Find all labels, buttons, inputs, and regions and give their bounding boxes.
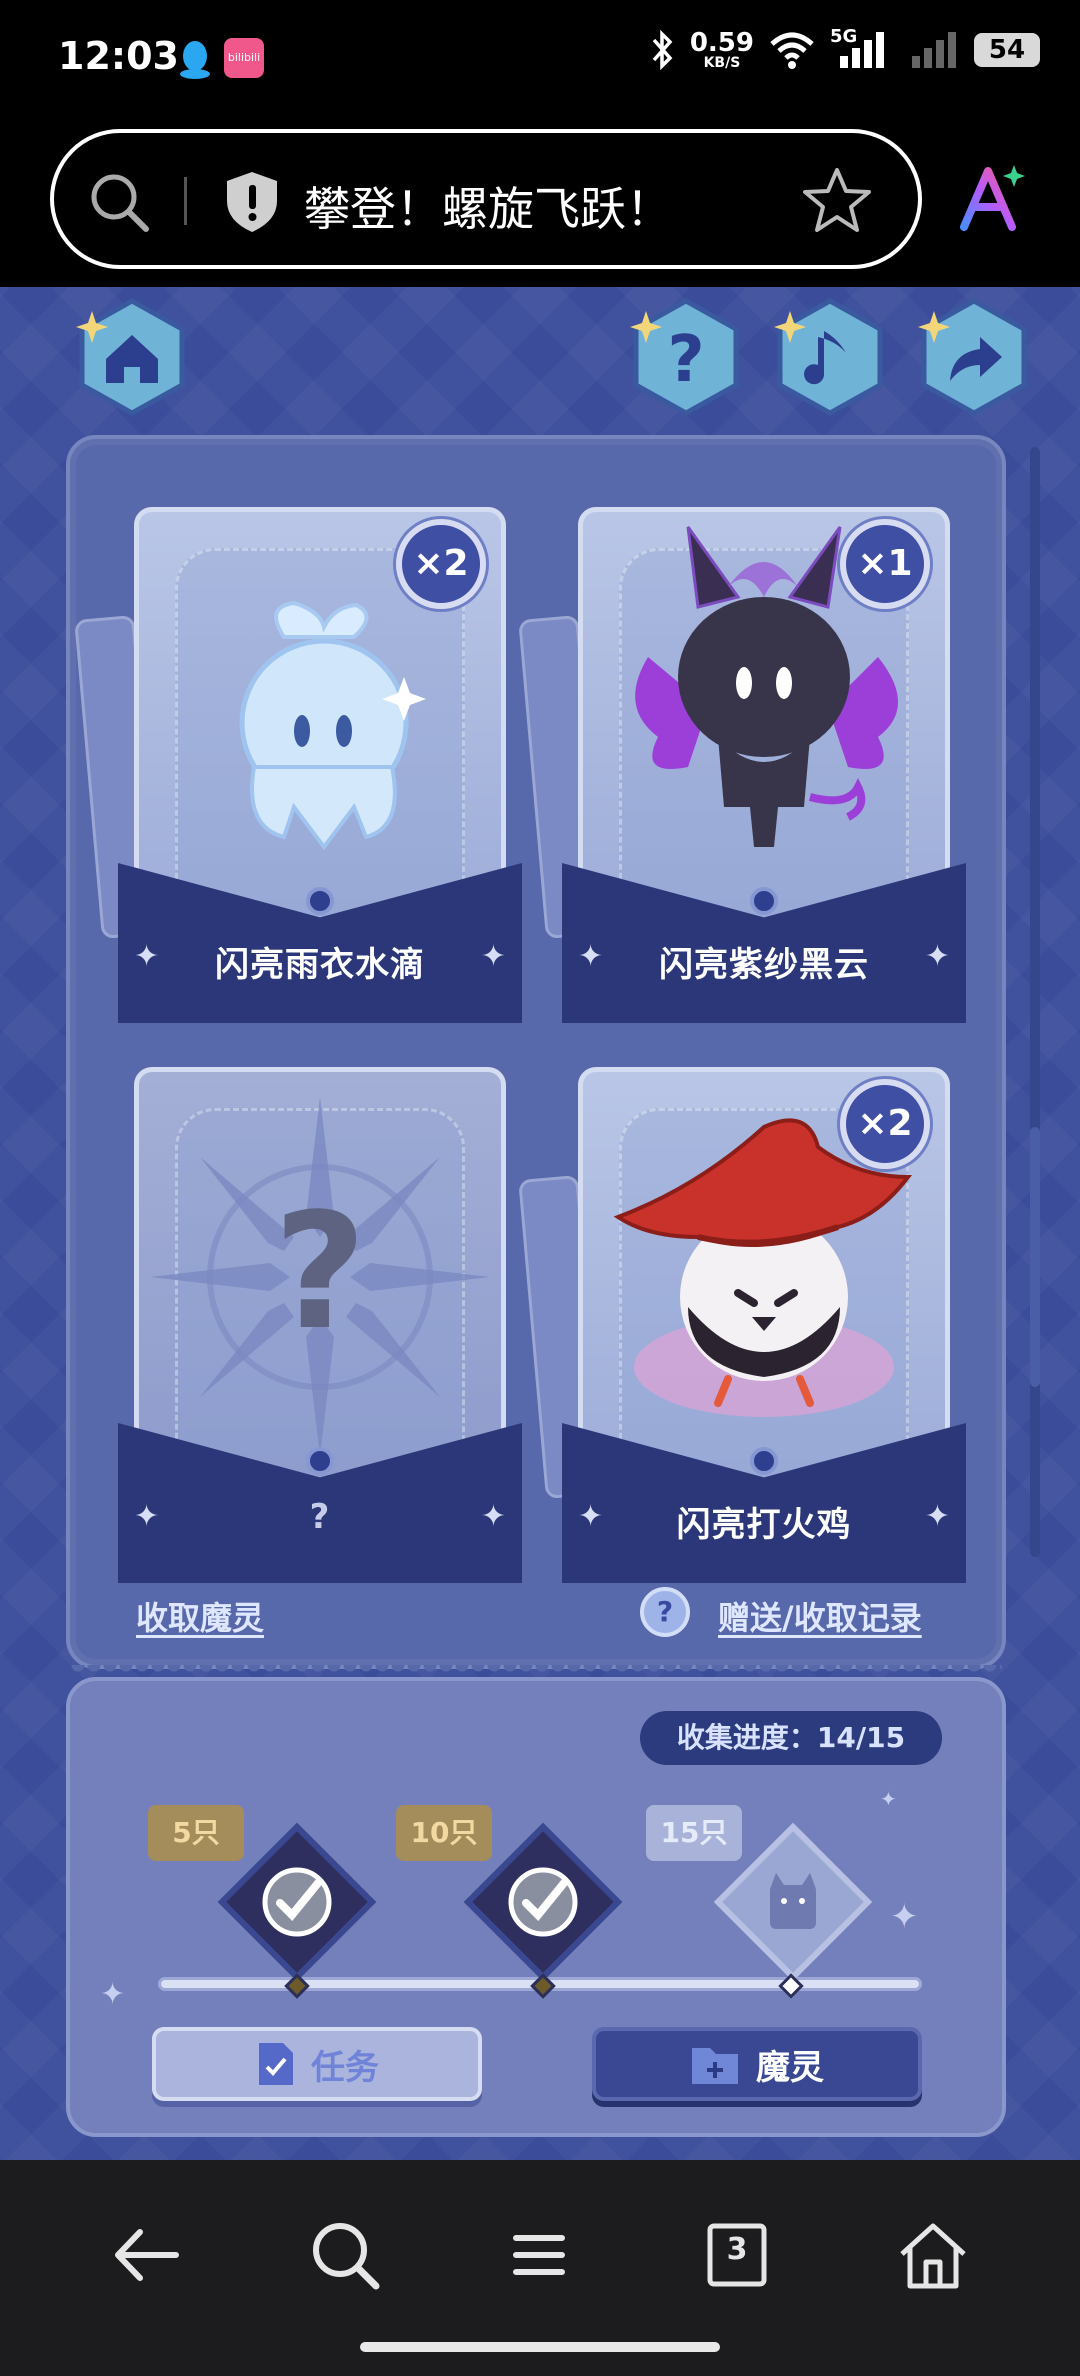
net-speed: 0.59 KB/S: [689, 28, 754, 71]
sparkle-icon: ✦: [924, 939, 950, 974]
search-button[interactable]: [300, 2210, 390, 2300]
ai-assistant-icon[interactable]: [958, 163, 1028, 233]
panel-scrollbar[interactable]: [1030, 447, 1040, 1557]
card-pin: [306, 1447, 334, 1475]
svg-text:?: ?: [274, 1178, 367, 1365]
spirit-card-locked[interactable]: ? ✦ ? ✦: [118, 1067, 522, 1587]
task-document-icon: [259, 2043, 293, 2085]
card-name: 闪亮雨衣水滴: [215, 945, 425, 985]
back-button[interactable]: [102, 2210, 192, 2300]
menu-button[interactable]: [494, 2210, 584, 2300]
collection-progress: 收集进度：14/15: [640, 1711, 942, 1765]
home-nav-button[interactable]: [888, 2210, 978, 2300]
locked-question-icon: ?: [150, 1097, 490, 1457]
collect-spirit-link[interactable]: 收取魔灵: [136, 1593, 264, 1639]
bookmark-star-icon[interactable]: [802, 165, 872, 235]
card-pin: [306, 887, 334, 915]
sparkle-icon: ✦: [480, 939, 506, 974]
game-canvas: ? ×2 ✦ 闪亮雨衣水滴 ✦ ×1 ✦ 闪亮紫纱黑云 ✦ ? ✦ ? ✦ ×2…: [0, 287, 1080, 2160]
address-divider: [184, 177, 187, 225]
card-name: 闪亮紫纱黑云: [659, 945, 869, 985]
question-icon: ?: [630, 298, 739, 416]
spirit-card[interactable]: ×1 ✦ 闪亮紫纱黑云 ✦: [518, 507, 966, 1027]
spirit-card[interactable]: ×2 ✦ 闪亮打火鸡 ✦: [518, 1067, 966, 1587]
folder-add-icon: [692, 2048, 738, 2084]
bluetooth-icon: [652, 30, 673, 70]
signal-5g-icon: 5G: [830, 26, 894, 70]
share-arrow-icon: [918, 298, 1027, 416]
music-button[interactable]: [770, 297, 890, 417]
tabs-count: 3: [726, 2232, 748, 2267]
count-badge: ×2: [840, 1079, 930, 1169]
sparkle-icon: ✦: [890, 1897, 919, 1937]
check-icon: [508, 1867, 578, 1937]
wifi-icon: [770, 32, 814, 69]
status-icons: 0.59 KB/S 5G 54: [650, 26, 1040, 71]
check-icon: [262, 1867, 332, 1937]
card-pin: [750, 1447, 778, 1475]
menu-icon: [513, 2235, 565, 2275]
count-badge: ×2: [396, 519, 486, 609]
card-name: ?: [309, 1497, 331, 1537]
share-button[interactable]: [914, 297, 1034, 417]
home-icon: [76, 298, 185, 416]
search-icon[interactable]: [84, 167, 154, 237]
sparkle-icon: ✦: [880, 1787, 897, 1811]
battery-indicator: 54: [974, 33, 1040, 67]
status-time: 12:03: [58, 34, 179, 78]
gift-record-link[interactable]: 赠送/收取记录: [718, 1593, 922, 1639]
address-bar[interactable]: 攀登！螺旋飞跃！: [50, 129, 922, 269]
milestone-reward[interactable]: [217, 1822, 377, 1982]
arrow-left-icon: [115, 2229, 179, 2281]
bilibili-icon: bilibili: [224, 38, 264, 78]
sparkle-icon: ✦: [924, 1499, 950, 1534]
help-circle-icon[interactable]: ?: [640, 1587, 690, 1637]
spirit-tab-label: 魔灵: [756, 2047, 824, 2088]
sparkle-icon: ✦: [480, 1499, 506, 1534]
milestone-label: 5只: [148, 1805, 244, 1861]
spirit-tab-button[interactable]: 魔灵: [592, 2027, 922, 2101]
home-icon: [900, 2223, 966, 2289]
scrollbar-thumb[interactable]: [1030, 1127, 1040, 1387]
task-tab-button[interactable]: 任务: [152, 2027, 482, 2101]
search-icon: [313, 2223, 380, 2290]
milestone-label: 10只: [396, 1805, 492, 1861]
milestone-label: 15只: [646, 1805, 742, 1861]
task-tab-label: 任务: [311, 2047, 379, 2088]
page-title[interactable]: 攀登！螺旋飞跃！: [304, 173, 672, 239]
svg-text:?: ?: [667, 323, 704, 397]
card-name: 闪亮打火鸡: [676, 1505, 852, 1545]
sparkle-icon: ✦: [100, 1977, 126, 2012]
card-pin: [750, 887, 778, 915]
cat-bag-reward-icon: [770, 1873, 816, 1929]
help-button[interactable]: ?: [626, 297, 746, 417]
spirit-card[interactable]: ×2 ✦ 闪亮雨衣水滴 ✦: [74, 507, 522, 1027]
home-button[interactable]: [72, 297, 192, 417]
browser-toolbar: 攀登！螺旋飞跃！: [0, 115, 1080, 287]
shield-icon[interactable]: [222, 169, 282, 235]
music-note-icon: [774, 298, 883, 416]
tabs-button[interactable]: 3: [692, 2210, 782, 2300]
signal-icon: [912, 32, 956, 68]
qq-icon: [180, 41, 210, 79]
count-badge: ×1: [840, 519, 930, 609]
status-bar: 12:03 bilibili 0.59 KB/S 5G 54: [0, 0, 1080, 115]
home-indicator[interactable]: [360, 2342, 720, 2352]
